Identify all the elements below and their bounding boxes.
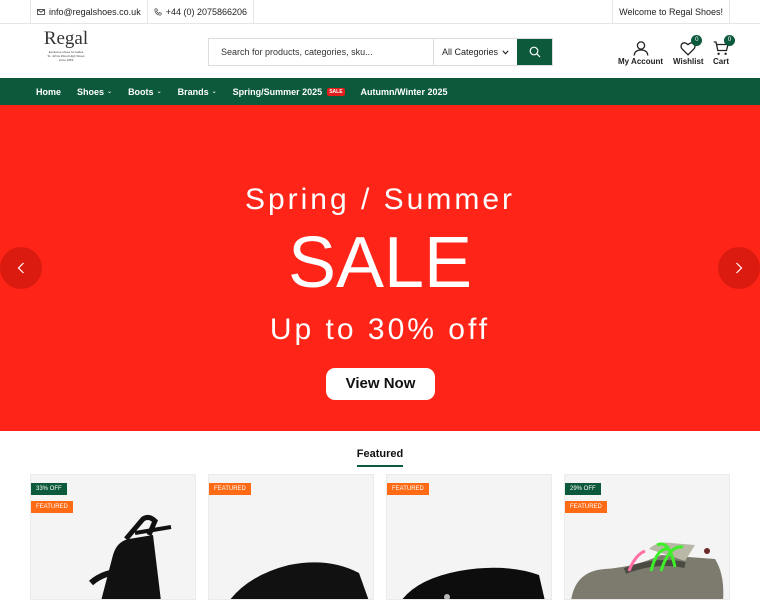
nav-item-label: Boots [128, 86, 154, 97]
my-account-label: My Account [618, 57, 664, 66]
nav-item-brands[interactable]: Brands ⌄ [178, 87, 217, 97]
nav-item-spring-summer[interactable]: Spring/Summer 2025 SALE [233, 87, 345, 97]
hero-heading: Spring / Summer [244, 183, 516, 216]
nav-item-label: Autumn/Winter 2025 [360, 86, 448, 97]
product-card[interactable]: 33% OFF FEATURED [30, 474, 196, 600]
pump-image [230, 562, 369, 599]
top-bar: info@regalshoes.co.uk +44 (0) 2075866206… [0, 0, 760, 24]
cart-count-badge: 0 [724, 35, 735, 46]
site-header: Regal Exclusive shoes for ladies St. Joh… [0, 24, 760, 78]
nav-item-label: Brands [177, 86, 209, 97]
phone-icon [154, 8, 162, 16]
chevron-down-icon: ⌄ [107, 89, 113, 95]
search-input[interactable]: Search for products, categories, sku... [209, 39, 433, 65]
phone-link[interactable]: +44 (0) 2075866206 [146, 0, 255, 24]
chevron-right-icon [736, 262, 743, 274]
mail-icon [37, 9, 45, 15]
nav-item-label: Spring/Summer 2025 [232, 86, 323, 97]
hero-sale-text: SALE [287, 223, 473, 303]
my-account-link[interactable]: My Account [618, 41, 663, 66]
phone-text: +44 (0) 2075866206 [165, 7, 248, 17]
nav-item-label: Shoes [77, 86, 105, 97]
search-button[interactable] [517, 39, 552, 65]
wishlist-label: Wishlist [673, 57, 704, 66]
slider-prev-button[interactable] [0, 247, 42, 289]
flat-shoe-image [402, 567, 545, 599]
hero-banner: Spring / Summer SALE Up to 30% off View … [0, 105, 760, 431]
main-nav: Home Shoes ⌄ Boots ⌄ Brands ⌄ Spring/Sum… [0, 78, 760, 105]
user-icon [633, 41, 648, 56]
view-now-button[interactable]: View Now [326, 368, 435, 400]
sandal-image [89, 514, 172, 599]
email-text: info@regalshoes.co.uk [49, 7, 141, 17]
wishlist-count-badge: 0 [691, 35, 703, 46]
category-select-label: All Categories [442, 47, 499, 57]
welcome-text: Welcome to Regal Shoes! [619, 7, 723, 17]
featured-title: Featured [356, 448, 404, 467]
nav-item-boots[interactable]: Boots ⌄ [128, 87, 162, 97]
nav-item-label: Home [36, 86, 62, 97]
chevron-down-icon [502, 49, 509, 55]
sneaker-image [571, 542, 724, 599]
search-icon [529, 46, 540, 58]
cart-label: Cart [713, 57, 730, 66]
site-logo[interactable]: Regal Exclusive shoes for ladies St. Joh… [42, 28, 90, 62]
chevron-down-icon: ⌄ [211, 89, 217, 95]
nav-item-home[interactable]: Home [36, 87, 61, 97]
chevron-left-icon [17, 262, 24, 274]
product-card[interactable]: FEATURED [386, 474, 552, 600]
chevron-down-icon: ⌄ [156, 89, 162, 95]
welcome-message: Welcome to Regal Shoes! [612, 0, 730, 24]
product-grid: 33% OFF FEATURED FEATURED FEATURED 29% O… [30, 474, 730, 600]
product-card[interactable]: FEATURED [208, 474, 374, 600]
search-bar: Search for products, categories, sku... … [208, 38, 553, 66]
category-select[interactable]: All Categories [433, 39, 517, 65]
logo-tagline-3: since 1953 [58, 58, 74, 62]
email-link[interactable]: info@regalshoes.co.uk [30, 0, 147, 24]
slider-next-button[interactable] [718, 247, 760, 289]
featured-section: Featured [0, 431, 760, 467]
wishlist-link[interactable]: 0 Wishlist [673, 35, 704, 66]
hero-subheading: Up to 30% off [269, 313, 491, 346]
product-card[interactable]: 29% OFF FEATURED [564, 474, 730, 600]
nav-item-autumn-winter[interactable]: Autumn/Winter 2025 [361, 87, 448, 97]
logo-wordmark: Regal [43, 28, 89, 49]
nav-item-shoes[interactable]: Shoes ⌄ [77, 87, 112, 97]
sale-badge: SALE [327, 87, 345, 96]
cart-link[interactable]: 0 Cart [713, 35, 735, 66]
search-placeholder: Search for products, categories, sku... [221, 47, 373, 57]
